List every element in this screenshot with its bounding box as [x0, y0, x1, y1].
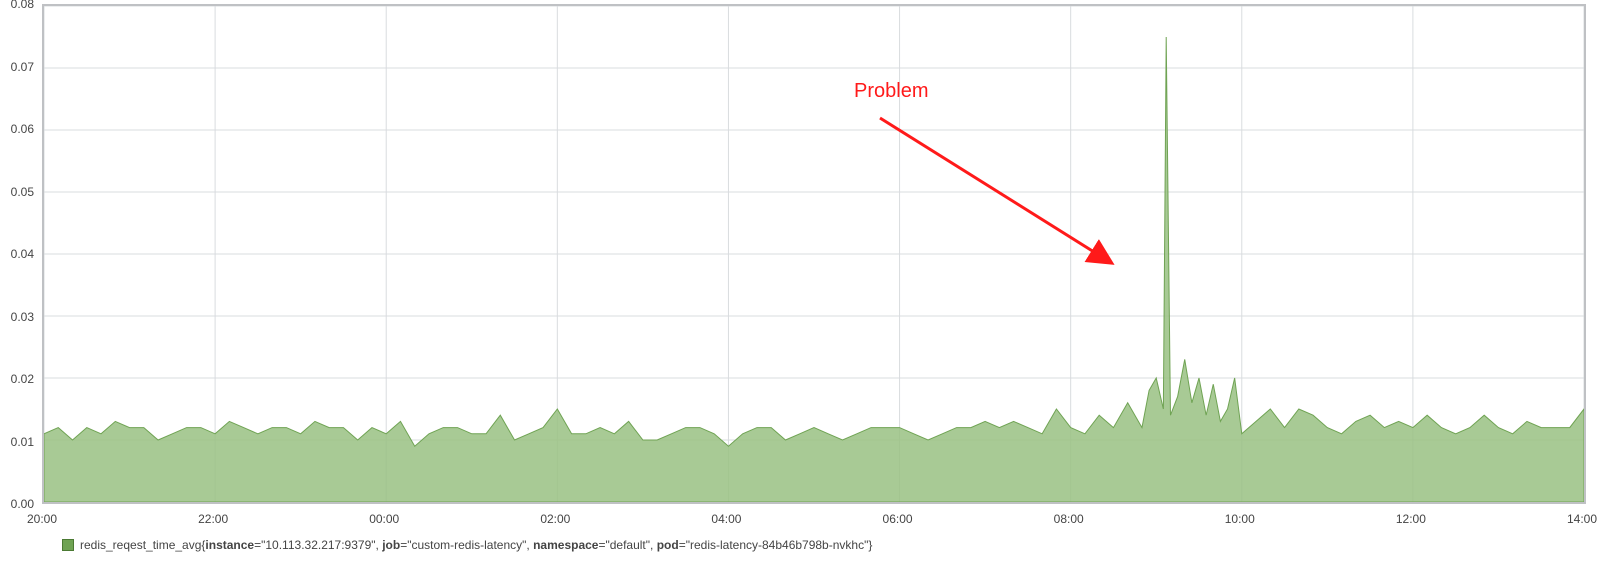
annotation-label: Problem	[854, 80, 928, 103]
x-tick-label: 08:00	[1054, 512, 1084, 526]
legend-metric: redis_reqest_time_avg	[80, 538, 201, 552]
plot-area[interactable]	[42, 4, 1586, 504]
y-tick-label: 0.07	[11, 60, 34, 74]
y-tick-label: 0.06	[11, 122, 34, 136]
x-tick-label: 06:00	[883, 512, 913, 526]
legend-text: redis_reqest_time_avg{instance="10.113.3…	[80, 538, 872, 552]
y-axis: 0.00 0.01 0.02 0.03 0.04 0.05 0.06 0.07 …	[0, 0, 40, 510]
y-tick-label: 0.01	[11, 435, 34, 449]
y-tick-label: 0.00	[11, 497, 34, 511]
series-area	[44, 37, 1584, 502]
x-tick-label: 22:00	[198, 512, 228, 526]
x-tick-label: 00:00	[369, 512, 399, 526]
y-tick-label: 0.08	[11, 0, 34, 11]
x-tick-label: 12:00	[1396, 512, 1426, 526]
chart-container: 0.00 0.01 0.02 0.03 0.04 0.05 0.06 0.07 …	[0, 0, 1600, 563]
x-tick-label: 10:00	[1225, 512, 1255, 526]
chart-svg	[44, 6, 1584, 502]
y-tick-label: 0.04	[11, 247, 34, 261]
legend-swatch-icon	[62, 539, 74, 551]
x-tick-label: 14:00	[1567, 512, 1597, 526]
x-axis: 20:00 22:00 00:00 02:00 04:00 06:00 08:0…	[42, 510, 1586, 530]
x-tick-label: 04:00	[711, 512, 741, 526]
y-tick-label: 0.02	[11, 372, 34, 386]
x-tick-label: 20:00	[27, 512, 57, 526]
y-tick-label: 0.03	[11, 310, 34, 324]
x-tick-label: 02:00	[540, 512, 570, 526]
legend[interactable]: redis_reqest_time_avg{instance="10.113.3…	[62, 538, 872, 552]
y-tick-label: 0.05	[11, 185, 34, 199]
